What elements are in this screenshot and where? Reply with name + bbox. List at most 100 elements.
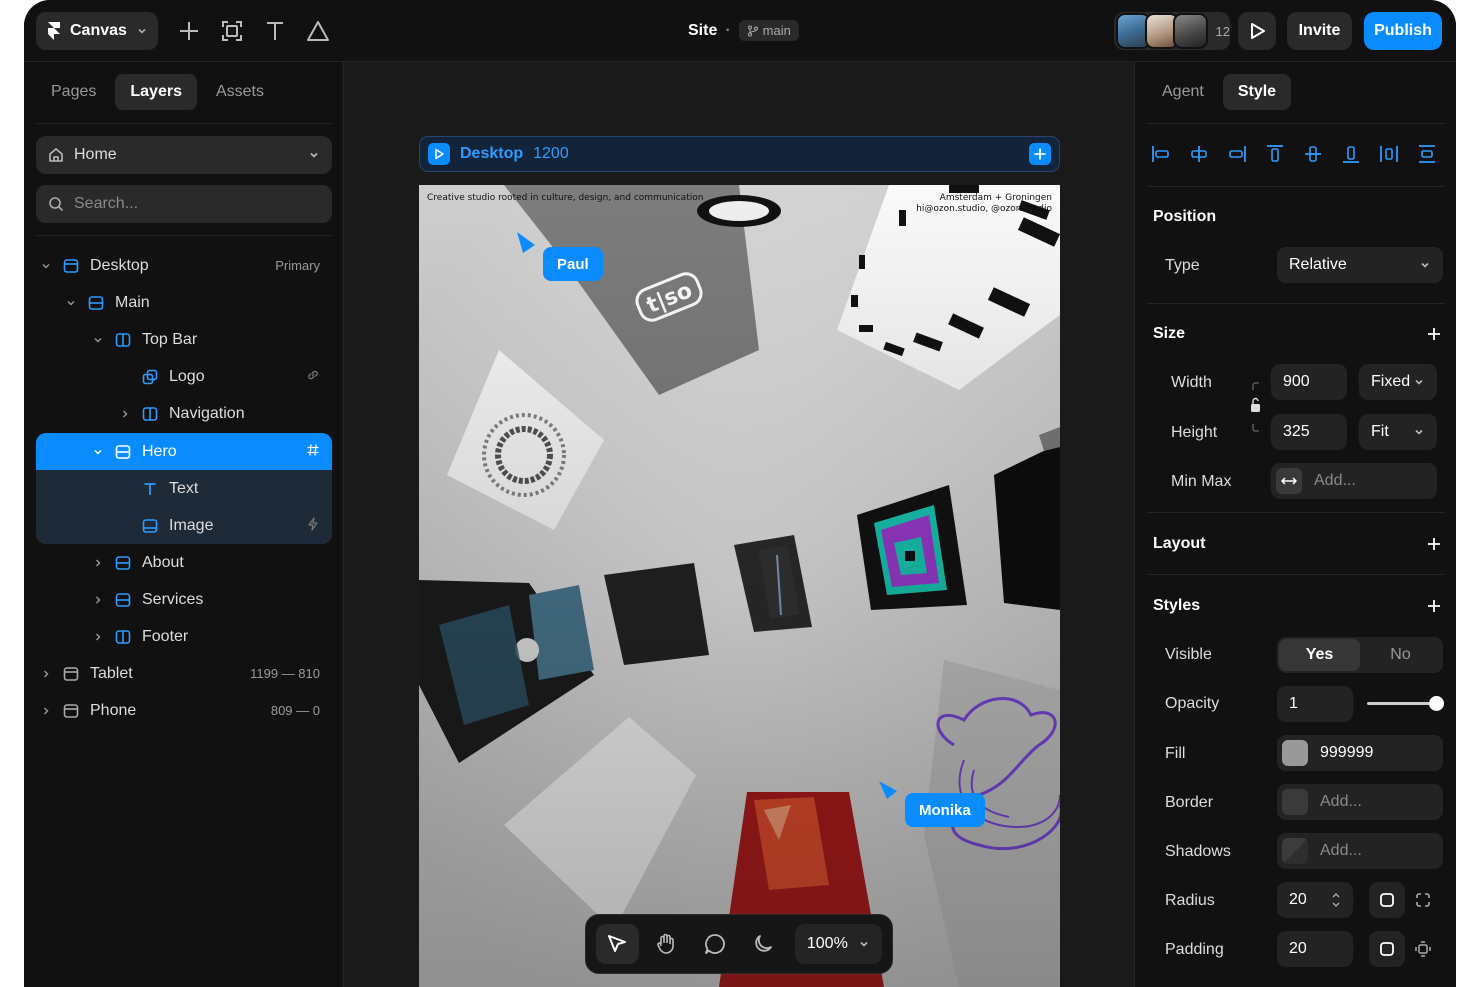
radius-individual-button[interactable]: [1405, 882, 1441, 918]
chevron-right-icon[interactable]: [90, 629, 106, 645]
invite-button[interactable]: Invite: [1287, 12, 1352, 50]
tab-pages[interactable]: Pages: [36, 74, 111, 110]
triangle-icon: [307, 21, 329, 41]
avatar: [1173, 13, 1208, 49]
visible-yes-option[interactable]: Yes: [1279, 639, 1360, 671]
layer-label: Hero: [142, 442, 177, 460]
hand-tool-button[interactable]: [645, 924, 688, 964]
align-center-h-icon[interactable]: [1187, 142, 1211, 166]
layer-text[interactable]: Text: [36, 470, 332, 507]
opacity-slider-handle[interactable]: [1429, 696, 1444, 711]
aspect-lock-icon[interactable]: [1249, 380, 1263, 436]
layer-tablet[interactable]: Tablet 1199 — 810: [36, 655, 332, 692]
width-input[interactable]: 900: [1271, 364, 1347, 400]
fill-input[interactable]: 999999: [1277, 735, 1443, 771]
radius-all-button[interactable]: [1369, 882, 1405, 918]
padding-individual-button[interactable]: [1405, 931, 1441, 967]
add-style-icon[interactable]: [1425, 597, 1443, 615]
distribute-vertical-icon[interactable]: [1415, 142, 1439, 166]
radius-input[interactable]: 20: [1277, 882, 1353, 918]
shadow-swatch[interactable]: [1282, 838, 1308, 864]
lightning-icon[interactable]: [306, 517, 320, 534]
add-breakpoint-button[interactable]: [1029, 143, 1051, 165]
add-layout-icon[interactable]: [1425, 535, 1443, 553]
padding-all-button[interactable]: [1369, 931, 1405, 967]
site-header-right-2: hi@ozon.studio, @ozon.studio: [916, 204, 1052, 214]
chevron-right-icon[interactable]: [90, 592, 106, 608]
chevron-down-icon[interactable]: [90, 332, 106, 348]
align-bottom-icon[interactable]: [1339, 142, 1363, 166]
page-select[interactable]: Home: [36, 136, 332, 174]
text-tool-button[interactable]: [262, 17, 288, 45]
search-input[interactable]: Search...: [36, 185, 332, 223]
tab-style[interactable]: Style: [1222, 74, 1292, 110]
shadows-input[interactable]: Add...: [1277, 833, 1443, 869]
stack-icon: [114, 554, 132, 572]
site-preview[interactable]: t|so Creative studio rooted in culture, …: [419, 185, 1060, 987]
type-label: Type: [1165, 257, 1200, 274]
fill-swatch[interactable]: [1282, 740, 1308, 766]
tab-layers[interactable]: Layers: [115, 74, 197, 110]
play-icon[interactable]: [428, 143, 450, 165]
tab-assets[interactable]: Assets: [201, 74, 279, 110]
layer-navigation[interactable]: Navigation: [36, 395, 332, 432]
style-panel: Agent Style Position Type Relative Size …: [1134, 62, 1456, 987]
height-mode-value: Fit: [1371, 423, 1389, 440]
canvas[interactable]: Desktop 1200 t|so Creative studio rooted…: [344, 62, 1134, 987]
chevron-right-icon[interactable]: [117, 406, 133, 422]
shape-tool-button[interactable]: [305, 17, 331, 45]
select-tool-button[interactable]: [596, 924, 639, 964]
height-input[interactable]: 325: [1271, 414, 1347, 450]
layer-about[interactable]: About: [36, 544, 332, 581]
hash-icon[interactable]: [306, 443, 320, 460]
layer-hero[interactable]: Hero: [36, 433, 332, 470]
align-center-v-icon[interactable]: [1301, 142, 1325, 166]
collaborators[interactable]: 12: [1114, 12, 1230, 50]
publish-button[interactable]: Publish: [1364, 12, 1442, 50]
border-input[interactable]: Add...: [1277, 784, 1443, 820]
preview-button[interactable]: [1238, 12, 1276, 50]
height-mode-select[interactable]: Fit: [1359, 414, 1437, 450]
app-menu-button[interactable]: Canvas: [36, 12, 158, 50]
chevron-down-icon[interactable]: [38, 258, 54, 274]
chevron-right-icon[interactable]: [38, 703, 54, 719]
align-left-icon[interactable]: [1149, 142, 1173, 166]
position-type-value: Relative: [1289, 256, 1347, 273]
branch-badge[interactable]: main: [738, 20, 799, 41]
frame-tool-button[interactable]: [219, 17, 245, 45]
link-icon[interactable]: [306, 368, 320, 385]
layer-top-bar[interactable]: Top Bar: [36, 321, 332, 358]
chevron-right-icon[interactable]: [38, 666, 54, 682]
chevron-down-icon[interactable]: [63, 295, 79, 311]
visible-no-option[interactable]: No: [1360, 639, 1441, 671]
add-tool-button[interactable]: [176, 17, 202, 45]
layer-desktop[interactable]: Desktop Primary: [36, 247, 332, 284]
tab-agent[interactable]: Agent: [1147, 74, 1219, 110]
layer-footer[interactable]: Footer: [36, 618, 332, 655]
minmax-input[interactable]: Add...: [1271, 463, 1437, 499]
layer-phone[interactable]: Phone 809 — 0: [36, 692, 332, 729]
layer-services[interactable]: Services: [36, 581, 332, 618]
stepper-icon[interactable]: [1331, 890, 1341, 910]
layer-image[interactable]: Image: [36, 507, 332, 544]
distribute-horizontal-icon[interactable]: [1377, 142, 1401, 166]
add-size-icon[interactable]: [1425, 325, 1443, 343]
align-top-icon[interactable]: [1263, 142, 1287, 166]
position-type-select[interactable]: Relative: [1277, 247, 1443, 283]
comment-tool-button[interactable]: [693, 924, 736, 964]
dark-mode-button[interactable]: [742, 924, 785, 964]
search-icon: [49, 197, 64, 212]
width-mode-select[interactable]: Fixed: [1359, 364, 1437, 400]
opacity-input[interactable]: 1: [1277, 686, 1353, 722]
align-right-icon[interactable]: [1225, 142, 1249, 166]
layer-logo[interactable]: Logo: [36, 358, 332, 395]
chevron-down-icon[interactable]: [90, 444, 106, 460]
layer-main[interactable]: Main: [36, 284, 332, 321]
frame-header[interactable]: Desktop 1200: [419, 136, 1060, 172]
border-swatch[interactable]: [1282, 789, 1308, 815]
chevron-right-icon[interactable]: [90, 555, 106, 571]
site-title[interactable]: Site · main: [688, 20, 799, 41]
columns-icon: [114, 331, 132, 349]
zoom-select[interactable]: 100%: [794, 924, 882, 964]
padding-input[interactable]: 20: [1277, 931, 1353, 967]
